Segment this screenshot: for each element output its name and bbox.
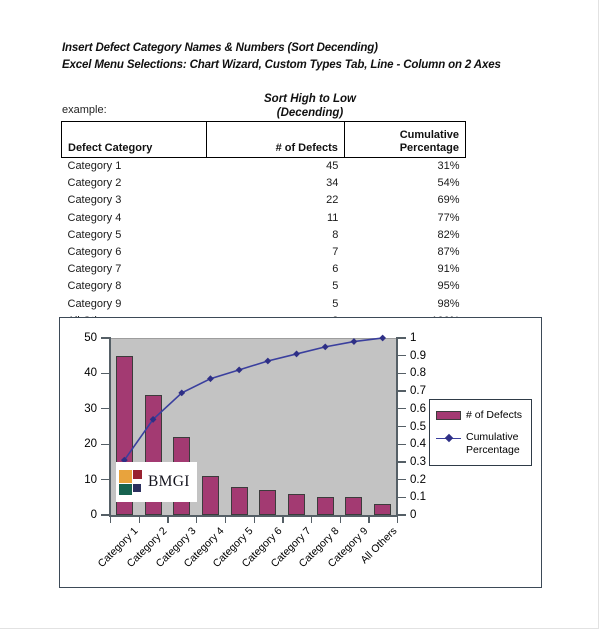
instruction-line-2: Excel Menu Selections: Chart Wizard, Cus… [62,59,501,71]
table-row: Category 7 6 91% [62,261,466,278]
sort-caption: Sort High to Low (Decending) [185,93,435,120]
defect-table: Defect Category # of Defects Cumulative … [60,121,467,331]
sort-caption-line-1: Sort High to Low [264,93,356,105]
sort-caption-line-2: (Decending) [276,106,344,119]
column-header-cumulative-percentage-line-1: Cumulative [399,129,459,141]
cell-number-of-defects: 5 [332,297,339,310]
cumulative-marker [207,375,214,383]
table-row: Category 3 22 69% [62,192,466,209]
cell-cumulative-percentage: 95% [437,280,460,293]
cell-cumulative-percentage: 87% [437,246,460,259]
cell-cumulative-percentage: 82% [437,228,460,241]
instruction-heading: Insert Defect Category Names & Numbers (… [62,40,532,74]
cell-number-of-defects: 5 [332,280,339,293]
table-row: Category 1 45 31% [62,158,466,176]
table-row: Category 2 34 54% [62,175,466,192]
cumulative-line [123,337,383,461]
logo-square-orange [119,469,132,483]
table-row: Category 8 5 95% [62,278,466,295]
pareto-chart: 0 10 20 30 40 50 0 0.1 0.2 0.3 0.4 0.5 0.6 0.7 0.8 0.9… [59,317,542,588]
table-body: Category 1 45 31% Category 2 34 54% Category 3… [62,158,466,331]
cell-defect-category: Category 7 [67,263,122,276]
cell-defect-category: Category 2 [67,177,122,190]
legend-item-defects: # of Defects [436,409,522,422]
cumulative-marker [379,334,387,342]
cell-number-of-defects: 11 [327,211,339,224]
cell-cumulative-percentage: 91% [437,263,460,276]
legend-label-defects: # of Defects [466,409,523,421]
column-header-cumulative-percentage-line-2: Percentage [399,141,459,154]
example-label: example: [62,104,107,116]
cell-defect-category: Category 1 [67,160,122,172]
table-row: Category 9 5 98% [62,296,466,313]
cell-defect-category: Category 6 [67,246,122,259]
cell-number-of-defects: 22 [326,194,339,207]
bmgi-logo-squares [119,469,144,495]
cell-defect-category: Category 3 [67,194,122,207]
column-header-cumulative-percentage: Cumulative Percentage [343,121,467,158]
instruction-line-1: Insert Defect Category Names & Numbers (… [62,42,378,54]
cell-defect-category: Category 9 [67,297,122,310]
table-row: Category 4 11 77% [62,210,466,227]
cell-number-of-defects: 7 [332,246,339,259]
cumulative-marker [350,338,358,345]
legend-line-marker-icon [436,433,461,443]
cell-defect-category: Category 4 [67,211,122,224]
column-header-number-of-defects: # of Defects [206,121,345,158]
table-header-row: Defect Category # of Defects Cumulative … [60,121,467,158]
cell-cumulative-percentage: 69% [437,194,460,207]
legend-bar-swatch-icon [436,411,461,420]
legend-item-cumulative: Cumulative Percentage [436,431,531,456]
cell-number-of-defects: 34 [326,177,339,190]
cell-cumulative-percentage: 98% [437,297,460,310]
cell-cumulative-percentage: 77% [437,211,460,224]
cell-defect-category: Category 5 [67,228,122,241]
logo-square-green [119,483,132,495]
cell-defect-category: Category 8 [67,280,122,293]
cumulative-marker [235,366,243,374]
cell-number-of-defects: 6 [332,263,339,276]
cumulative-marker [321,343,329,351]
table-row: Category 5 8 82% [62,227,466,244]
column-header-defect-category: Defect Category [60,121,208,158]
cumulative-marker [264,357,272,365]
legend-label-cumulative: Cumulative Percentage [466,431,520,456]
bmgi-logo-text: BMGI [148,473,190,490]
bmgi-logo: BMGI [116,462,197,502]
cell-number-of-defects: 45 [326,160,339,172]
cell-cumulative-percentage: 54% [437,177,460,190]
logo-square-red [133,469,142,479]
chart-legend: # of Defects Cumulative Percentage [429,399,532,466]
logo-square-navy [133,483,141,492]
cell-number-of-defects: 8 [332,228,339,241]
table-row: Category 6 7 87% [62,244,466,261]
cumulative-marker [293,350,300,358]
cell-cumulative-percentage: 31% [437,160,460,172]
